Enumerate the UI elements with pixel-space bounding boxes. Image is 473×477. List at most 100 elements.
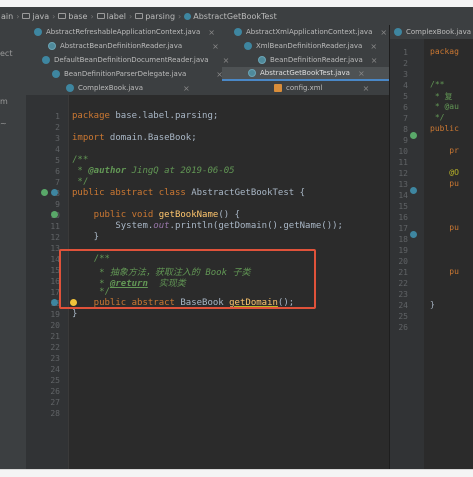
- right-code-line: public: [430, 124, 459, 133]
- class-icon: [394, 28, 402, 36]
- line-number: 19: [50, 310, 60, 319]
- override-icon[interactable]: [410, 231, 417, 238]
- abstract-class-icon: [248, 69, 256, 77]
- keyword: package: [72, 111, 110, 121]
- implemented-icon[interactable]: [51, 299, 58, 306]
- close-icon[interactable]: ×: [223, 56, 230, 65]
- tab-label: BeanDefinitionParserDelegate.java: [64, 70, 187, 78]
- code-line-6: * @author JingQ at 2019-06-05: [72, 166, 235, 176]
- right-code-line: pr: [430, 146, 459, 155]
- breadcrumb-label: base: [68, 11, 88, 21]
- tab-label: ComplexBook.java: [78, 84, 144, 92]
- line-number: 3: [55, 134, 60, 143]
- line-number: 12: [50, 233, 60, 242]
- breadcrumb-label: AbstractGetBookTest: [193, 11, 277, 21]
- close-icon[interactable]: ×: [212, 42, 219, 51]
- line-number: 16: [50, 277, 60, 286]
- tab-complex-book-right[interactable]: ComplexBook.java: [394, 25, 471, 39]
- class-icon: [52, 70, 60, 78]
- code-line-8: public abstract class AbstractGetBookTes…: [72, 188, 305, 198]
- project-tool-strip: ect m ~: [0, 25, 27, 469]
- line-number: 1: [403, 48, 408, 57]
- line-number: 18: [398, 235, 408, 244]
- right-code-line: pu: [430, 223, 459, 232]
- implemented-icon[interactable]: [51, 189, 58, 196]
- code-line-7: */: [72, 177, 89, 187]
- close-icon[interactable]: ×: [208, 28, 215, 37]
- tab-label: AbstractXmlApplicationContext.java: [246, 28, 373, 36]
- close-icon[interactable]: ×: [363, 84, 370, 93]
- line-number: 12: [398, 169, 408, 178]
- project-label[interactable]: ect: [0, 49, 12, 58]
- breadcrumb-item-parsing[interactable]: parsing: [135, 12, 175, 21]
- line-number: 5: [55, 156, 60, 165]
- close-icon[interactable]: ×: [183, 84, 190, 93]
- breadcrumb-item-label[interactable]: label: [96, 11, 127, 21]
- tab-xml-bean-def-reader[interactable]: XmlBeanDefinitionReader.java ×: [244, 39, 377, 53]
- tab-abstract-xml-app-context[interactable]: AbstractXmlApplicationContext.java ×: [234, 25, 387, 39]
- module-label[interactable]: ~: [0, 119, 7, 128]
- code-editor[interactable]: 1234567891011121314151617181920212223242…: [26, 95, 389, 469]
- code-line-1: package base.label.parsing;: [72, 111, 218, 121]
- line-number: 22: [50, 343, 60, 352]
- line-number: 13: [398, 180, 408, 189]
- tab-label: AbstractRefreshableApplicationContext.ja…: [46, 28, 201, 36]
- class-icon: [244, 42, 252, 50]
- line-number: 11: [50, 222, 60, 231]
- breadcrumb: ain › java › base › label › parsing › Ab…: [0, 7, 473, 26]
- line-number: 21: [398, 268, 408, 277]
- run-test-icon[interactable]: [51, 211, 58, 218]
- code-text: () {: [218, 210, 240, 220]
- close-icon[interactable]: ×: [370, 42, 377, 51]
- line-number: 25: [398, 312, 408, 321]
- close-icon[interactable]: ×: [371, 56, 378, 65]
- tab-bean-def-reader[interactable]: BeanDefinitionReader.java ×: [258, 53, 377, 67]
- tab-label: BeanDefinitionReader.java: [270, 56, 363, 64]
- line-number: 16: [398, 213, 408, 222]
- tab-default-bean-def-doc-reader[interactable]: DefaultBeanDefinitionDocumentReader.java…: [42, 53, 229, 67]
- breadcrumb-item-main[interactable]: ain: [1, 12, 13, 21]
- code-text: AbstractGetBookTest {: [185, 188, 306, 198]
- line-number: 7: [403, 114, 408, 123]
- module-label[interactable]: m: [0, 97, 8, 106]
- implemented-icon[interactable]: [410, 132, 417, 139]
- line-number: 23: [50, 354, 60, 363]
- keyword: public void: [72, 210, 154, 220]
- static-field: out: [153, 221, 170, 231]
- line-number: 11: [398, 158, 408, 167]
- line-number: 7: [55, 178, 60, 187]
- code-text: ().getName());: [267, 221, 343, 231]
- line-number: 26: [398, 323, 408, 332]
- comment-text: *: [72, 166, 89, 176]
- run-test-icon[interactable]: [41, 189, 48, 196]
- close-icon[interactable]: ×: [358, 69, 365, 78]
- line-number: 9: [403, 136, 408, 145]
- code-text: base.label.parsing;: [109, 111, 219, 121]
- class-icon: [42, 56, 50, 64]
- breadcrumb-label: label: [106, 11, 127, 21]
- breadcrumb-item-java[interactable]: java: [22, 12, 49, 21]
- abstract-class-icon: [48, 42, 56, 50]
- line-number: 2: [403, 59, 408, 68]
- tab-complex-book[interactable]: ComplexBook.java ×: [66, 81, 190, 95]
- tab-abstract-refreshable[interactable]: AbstractRefreshableApplicationContext.ja…: [34, 25, 215, 39]
- right-tab-bar: ComplexBook.java: [390, 25, 473, 39]
- interface-icon: [258, 56, 266, 64]
- right-line-number-gutter: 1 2 3 4 5 6 7 8 9 10 11 12 13 14 15 16 17 18 19 20 21 22 23 24 2…: [390, 39, 424, 469]
- tab-config-xml[interactable]: config.xml ×: [274, 81, 369, 95]
- breadcrumb-item-base[interactable]: base: [58, 12, 87, 21]
- tab-abstract-get-book-test[interactable]: AbstractGetBookTest.java ×: [222, 67, 389, 81]
- line-number: 14: [50, 255, 60, 264]
- line-number: 14: [398, 191, 408, 200]
- line-number: 3: [403, 70, 408, 79]
- folder-icon: [96, 13, 105, 19]
- line-number: 5: [403, 92, 408, 101]
- tab-bean-def-parser-delegate[interactable]: BeanDefinitionParserDelegate.java ×: [52, 67, 223, 81]
- override-icon[interactable]: [410, 187, 417, 194]
- close-icon[interactable]: ×: [380, 28, 387, 37]
- comment-text: JingQ at 2019-06-05: [126, 166, 235, 176]
- tab-label: config.xml: [286, 84, 323, 92]
- tab-abstract-bean-def-reader[interactable]: AbstractBeanDefinitionReader.java ×: [48, 39, 219, 53]
- breadcrumb-item-class[interactable]: AbstractGetBookTest: [184, 12, 277, 21]
- code-text: domain.BaseBook;: [104, 133, 197, 143]
